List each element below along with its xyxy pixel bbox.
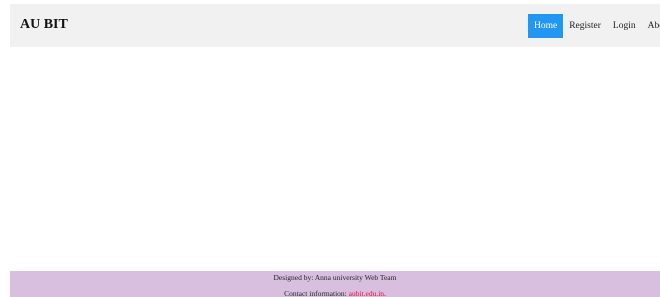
nav-register-link[interactable]: Register — [563, 14, 607, 38]
top-navigation-bar: AU BIT Home Register Login About — [10, 4, 660, 47]
footer-designed-by: Designed by: Anna university Web Team — [273, 273, 397, 282]
footer: Designed by: Anna university Web Team Co… — [10, 271, 660, 297]
contact-suffix: . — [384, 289, 386, 297]
nav-about-link[interactable]: About — [642, 14, 660, 38]
nav-menu: Home Register Login About — [528, 14, 660, 38]
contact-website-link[interactable]: aubit.edu.in — [349, 289, 384, 297]
nav-login-link[interactable]: Login — [607, 14, 642, 38]
page: AU BIT Home Register Login About Designe… — [0, 0, 660, 297]
contact-label: Contact information: — [284, 289, 349, 297]
footer-contact-info: Contact information: aubit.edu.in. — [10, 289, 660, 297]
nav-home-link[interactable]: Home — [528, 14, 564, 38]
site-brand: AU BIT — [20, 17, 68, 32]
